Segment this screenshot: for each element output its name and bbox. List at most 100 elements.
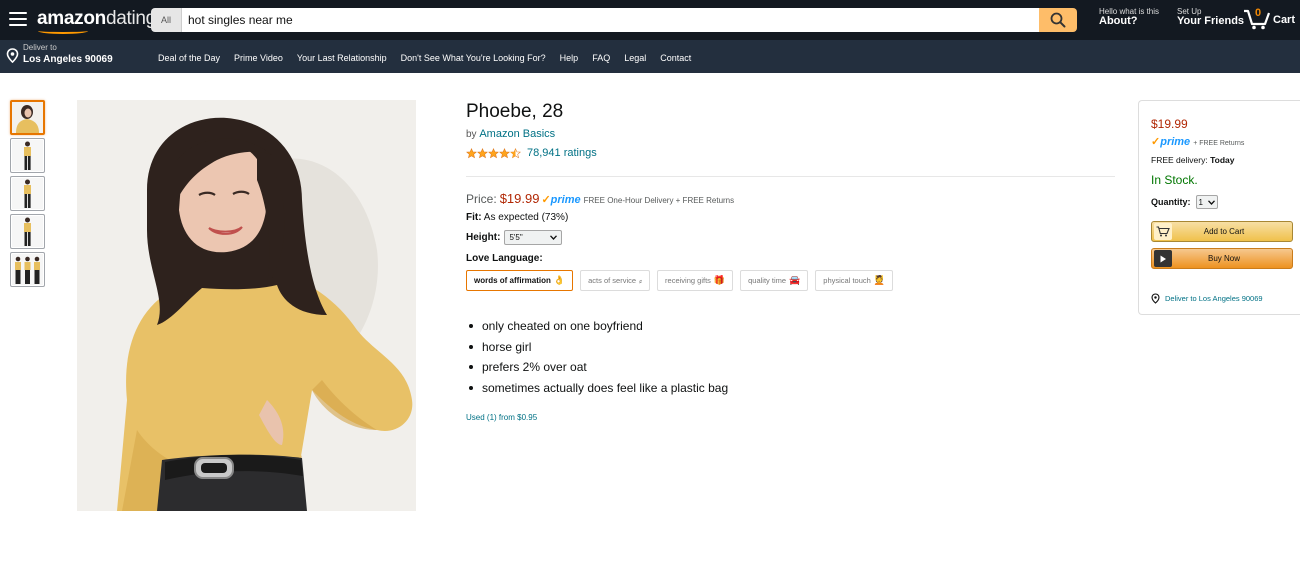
logo-bold-text: amazon <box>37 8 106 29</box>
feature-bullet: prefers 2% over oat <box>466 357 728 378</box>
quantity-select[interactable]: 1 <box>1195 195 1218 209</box>
love-option-label: words of affirmation <box>474 276 551 285</box>
thumbnail-5[interactable] <box>10 252 45 287</box>
cart-label: Cart <box>1273 14 1296 26</box>
search-bar: All <box>151 8 1077 32</box>
thumbnail-1[interactable] <box>10 100 45 135</box>
love-option-quality-time[interactable]: quality time 🚘 <box>740 270 809 291</box>
subnav-link-contact[interactable]: Contact <box>660 53 691 63</box>
fit-value: As expected (73%) <box>483 212 569 223</box>
feature-bullet: horse girl <box>466 337 728 358</box>
setup-friends-link[interactable]: Set Up Your Friends <box>1177 7 1245 28</box>
section-divider <box>466 176 1115 177</box>
cart-button[interactable]: 0 Cart <box>1243 7 1296 30</box>
add-to-cart-button[interactable]: Add to Cart <box>1151 221 1293 242</box>
free-delivery-prefix: FREE delivery: <box>1151 155 1208 165</box>
shipping-text: FREE One-Hour Delivery + FREE Returns <box>583 196 735 205</box>
subnav-links: Deal of the Day Prime Video Your Last Re… <box>158 53 705 63</box>
prime-badge-text: prime <box>550 194 581 206</box>
quantity-label: Quantity: <box>1151 197 1191 207</box>
buybox-free-delivery: FREE delivery: Today <box>1151 155 1234 165</box>
thumbnail-2[interactable] <box>10 138 45 173</box>
ok-hand-icon: 👌 <box>553 275 566 285</box>
fit-label: Fit: <box>466 212 482 223</box>
height-row: Height: 5'5" <box>466 230 563 245</box>
brand-link[interactable]: Amazon Basics <box>479 128 555 140</box>
star-full-icon <box>477 147 488 158</box>
subnav-link-prime-video[interactable]: Prime Video <box>234 53 283 63</box>
prime-check-icon: ✓ <box>1151 136 1161 148</box>
price-label: Price: <box>466 192 497 206</box>
love-language-label: Love Language: <box>466 253 543 264</box>
deliver-top-text: Deliver to <box>23 43 57 52</box>
fit-row: Fit: As expected (73%) <box>466 212 568 223</box>
prime-badge: ✓prime <box>541 193 580 206</box>
amazondating-logo[interactable]: amazondating <box>37 8 156 30</box>
star-full-icon <box>488 147 499 158</box>
service-icon: ⸗ <box>639 275 643 286</box>
location-pin-icon <box>6 48 19 63</box>
thumbnail-4[interactable] <box>10 214 45 249</box>
image-thumbnails <box>10 100 45 290</box>
search-button[interactable] <box>1039 8 1077 32</box>
menu-icon[interactable] <box>9 12 27 26</box>
star-half-icon <box>510 147 521 158</box>
feature-bullet: sometimes actually does feel like a plas… <box>466 378 728 399</box>
subnav-link-faq[interactable]: FAQ <box>592 53 610 63</box>
thumbnail-3[interactable] <box>10 176 45 211</box>
feature-bullet: only cheated on one boyfriend <box>466 316 728 337</box>
prime-badge-text: prime <box>1160 136 1191 148</box>
prime-badge: ✓prime <box>1151 135 1190 148</box>
love-option-acts-of-service[interactable]: acts of service ⸗ <box>580 270 651 291</box>
buybox-deliver-row: Deliver to Los Angeles 90069 <box>1151 293 1263 304</box>
subnav-link-last-relationship[interactable]: Your Last Relationship <box>297 53 387 63</box>
height-select[interactable]: 5'5" <box>504 230 563 245</box>
gift-icon: 🎁 <box>713 275 726 285</box>
prime-check-icon: ✓ <box>541 194 551 206</box>
star-rating[interactable] <box>466 147 521 159</box>
subnav-link-dont-see[interactable]: Don't See What You're Looking For? <box>401 53 546 63</box>
cart-count: 0 <box>1255 7 1262 19</box>
quantity-value: 1 <box>1198 197 1203 207</box>
feature-bullets: only cheated on one boyfriend horse girl… <box>466 316 728 398</box>
price-value: $19.99 <box>499 191 540 206</box>
love-option-physical-touch[interactable]: physical touch 💆 <box>815 270 894 291</box>
love-option-words-of-affirmation[interactable]: words of affirmation 👌 <box>466 270 574 291</box>
subnav-link-help[interactable]: Help <box>560 53 579 63</box>
buybox-price: $19.99 <box>1151 117 1188 131</box>
thumbnail-image <box>12 140 43 171</box>
car-icon: 🚘 <box>789 275 801 285</box>
buy-now-button[interactable]: Buy Now <box>1151 248 1293 269</box>
subnav-link-legal[interactable]: Legal <box>624 53 646 63</box>
search-icon <box>1050 12 1066 28</box>
buy-box: $19.99 ✓prime + FREE Returns FREE delive… <box>1138 100 1300 315</box>
ratings-count-link[interactable]: 78,941 ratings <box>527 147 597 159</box>
thumbnail-image <box>12 178 43 209</box>
love-option-label: receiving gifts <box>665 276 711 285</box>
stock-status: In Stock. <box>1151 173 1198 187</box>
account-about-link[interactable]: Hello what is this About? <box>1099 7 1159 28</box>
logo-light-text: dating <box>105 8 156 29</box>
love-option-receiving-gifts[interactable]: receiving gifts 🎁 <box>657 270 734 291</box>
top-nav-bar: amazondating All Hello what is this Abou… <box>0 0 1300 40</box>
location-pin-icon <box>1151 293 1160 304</box>
subnav-link-deal-of-the-day[interactable]: Deal of the Day <box>158 53 220 63</box>
star-full-icon <box>499 147 510 158</box>
cart-icon <box>1154 223 1172 240</box>
logo-smile-icon <box>38 28 88 34</box>
height-select-value: 5'5" <box>509 233 523 242</box>
setup-bottom-text: Your Friends <box>1177 15 1245 28</box>
thumbnail-image <box>12 102 43 133</box>
buybox-deliver-link[interactable]: Deliver to Los Angeles 90069 <box>1165 294 1263 303</box>
search-category-dropdown[interactable]: All <box>151 8 182 32</box>
search-input[interactable] <box>182 8 1039 32</box>
product-title: Phoebe, 28 <box>466 101 564 122</box>
product-main-image[interactable] <box>77 100 416 511</box>
used-offers-link[interactable]: Used (1) from $0.95 <box>466 413 537 422</box>
secondary-nav-bar: Deliver to Los Angeles 90069 Deal of the… <box>0 40 1300 73</box>
product-photo <box>77 100 416 511</box>
love-option-label: quality time <box>748 276 787 285</box>
free-delivery-day: Today <box>1210 155 1235 165</box>
thumbnail-image <box>12 216 43 247</box>
love-option-label: acts of service <box>588 276 637 285</box>
